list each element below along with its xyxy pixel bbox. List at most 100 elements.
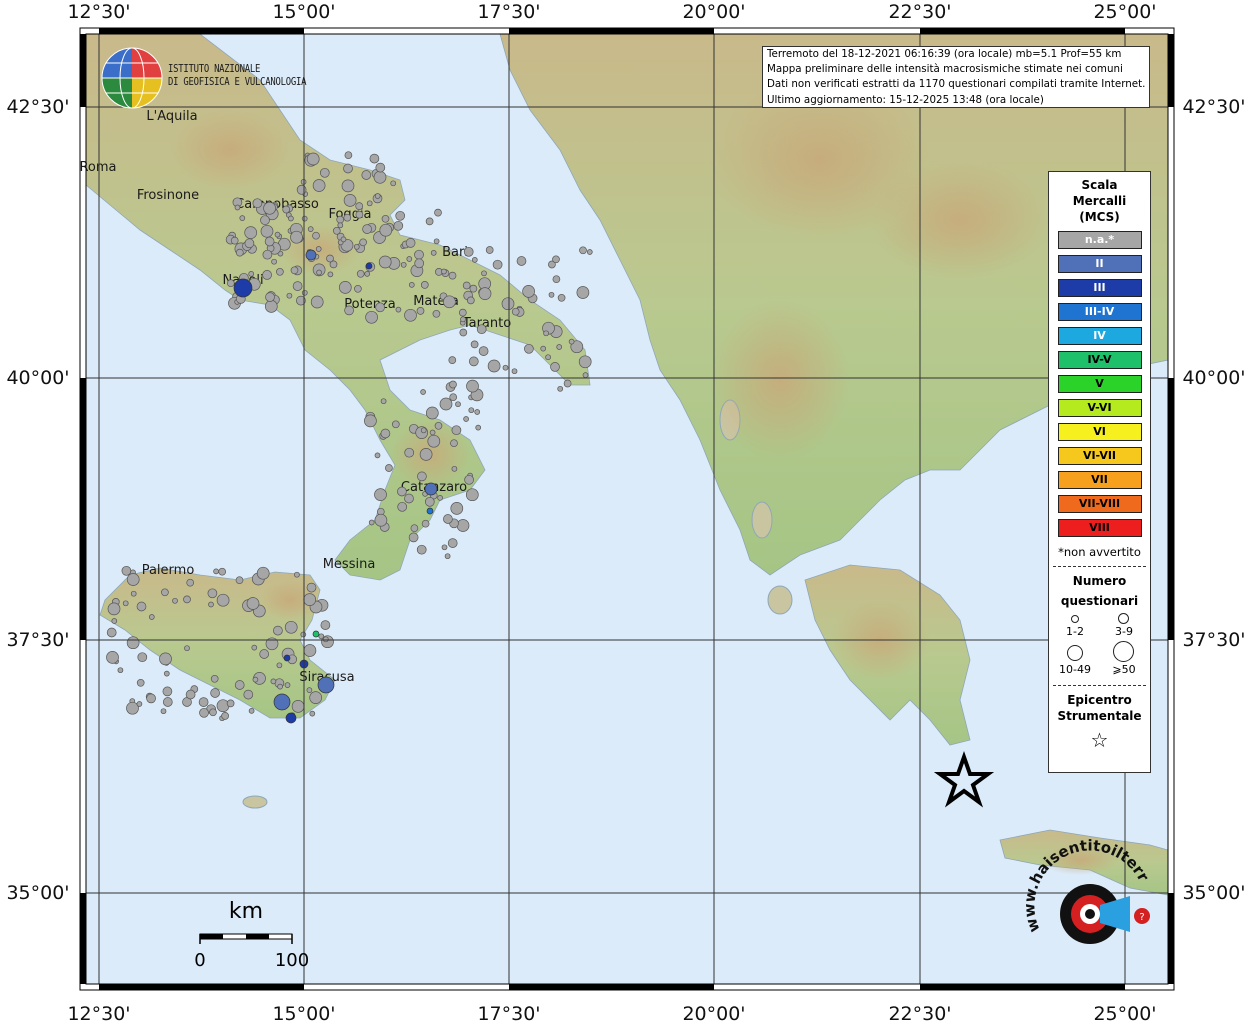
intensity-point (374, 488, 387, 501)
legend-title: Scala Mercalli (MCS) (1049, 177, 1150, 225)
intensity-point (320, 620, 331, 630)
intensity-point (252, 198, 263, 209)
intensity-point (468, 356, 479, 367)
intensity-point (416, 307, 425, 315)
intensity-point (264, 300, 278, 313)
intensity-point (288, 215, 294, 222)
event-info-line1: Terremoto del 18-12-2021 06:16:39 (ora l… (767, 48, 1122, 60)
intensity-point (354, 284, 362, 293)
intensity-point (263, 201, 276, 215)
intensity-point (271, 258, 277, 265)
intensity-point (226, 279, 235, 288)
intensity-point (251, 644, 258, 651)
intensity-point (416, 544, 427, 555)
legend-title-line3: (MCS) (1079, 210, 1120, 224)
legend-swatch: V-VI (1057, 399, 1142, 417)
intensity-point (121, 565, 132, 576)
size-label-1: 1-2 (1066, 625, 1084, 638)
bottom-tick-label: 22°30' (888, 1003, 951, 1024)
legend-swatch: VII (1057, 471, 1142, 489)
intensity-point (284, 620, 298, 634)
intensity-point (417, 471, 427, 482)
intensity-point (390, 180, 397, 187)
bottom-tick-label: 25°00' (1093, 1003, 1156, 1024)
intensity-point (548, 291, 555, 298)
intensity-point (365, 262, 373, 270)
intensity-point (310, 295, 324, 309)
intensity-point (296, 184, 307, 195)
scale-unit-label: km (229, 899, 263, 924)
intensity-point (312, 231, 320, 240)
intensity-point (338, 281, 352, 294)
intensity-point (172, 597, 178, 604)
intensity-point (343, 194, 357, 207)
intensity-point (459, 328, 468, 337)
top-tick-label: 17°30' (477, 1, 540, 23)
bottom-tick-label: 17°30' (477, 1003, 540, 1024)
intensity-point (404, 308, 417, 322)
bottom-tick-label: 20°00' (682, 1003, 745, 1024)
intensity-point (481, 270, 487, 277)
intensity-point (464, 474, 474, 485)
right-tick-label: 42°30' (1182, 96, 1245, 118)
intensity-point (184, 645, 190, 652)
intensity-point (301, 289, 308, 296)
intensity-point (448, 356, 457, 364)
intensity-point (306, 582, 317, 593)
island-malta (242, 795, 268, 809)
intensity-point (502, 364, 509, 371)
legend-divider-2 (1053, 685, 1146, 686)
legend-swatches: n.a.* II III III-IV IV IV-V V V-VI VI VI-VII VII VI… (1049, 231, 1150, 537)
intensity-point (233, 278, 253, 298)
intensity-point (286, 292, 293, 299)
intensity-point (586, 249, 593, 255)
intensity-point (117, 667, 124, 674)
intensity-point (478, 346, 489, 356)
city-label: L'Aquila (146, 109, 197, 124)
intensity-point (364, 414, 377, 428)
intensity-point (381, 214, 390, 223)
intensity-point (126, 573, 140, 586)
intensity-point (408, 282, 415, 288)
top-tick-label: 12°30' (67, 1, 130, 23)
intensity-point (343, 213, 352, 222)
intensity-point (366, 200, 373, 207)
intensity-point (470, 340, 479, 349)
intensity-point (111, 618, 118, 624)
intensity-point (474, 409, 481, 415)
logo-line1: ISTITUTO NAZIONALE (168, 63, 261, 75)
intensity-point (270, 678, 277, 685)
intensity-point (576, 286, 590, 299)
left-tick-label: 42°30' (6, 96, 69, 118)
intensity-point (315, 246, 322, 252)
intensity-point (441, 268, 447, 275)
intensity-point (373, 170, 387, 184)
intensity-point (264, 236, 275, 247)
intensity-point (434, 421, 443, 430)
count-title: Numero questionari (1049, 571, 1150, 611)
intensity-point (343, 163, 353, 174)
intensity-point (136, 678, 145, 687)
intensity-point (550, 362, 560, 372)
intensity-point (226, 699, 235, 708)
legend-swatch: VI (1057, 423, 1142, 441)
legend-swatch: V (1057, 375, 1142, 393)
intensity-point (375, 302, 385, 313)
intensity-point (290, 230, 303, 244)
intensity-point (303, 593, 317, 606)
count-title-line1: Numero (1072, 574, 1127, 588)
intensity-point (136, 701, 143, 707)
intensity-point (400, 261, 407, 268)
size-label-3: 10-49 (1059, 663, 1091, 676)
intensity-point (235, 248, 244, 257)
intensity-point (397, 501, 408, 512)
intensity-point (406, 256, 413, 262)
scale-max-label: 100 (275, 950, 309, 971)
intensity-point (374, 193, 381, 199)
intensity-point (469, 284, 478, 293)
city-label: Palermo (142, 563, 195, 578)
intensity-point (309, 710, 316, 717)
intensity-point (312, 630, 320, 638)
intensity-point (393, 220, 404, 231)
intensity-point (199, 707, 209, 718)
